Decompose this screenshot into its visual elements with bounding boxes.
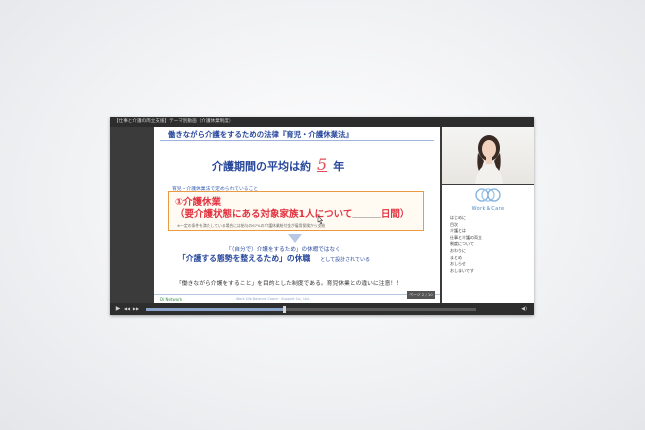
presenter-video <box>442 127 534 184</box>
player-title: 【仕事と介護の両立支援】テーマ別動画（介護休業制度） <box>110 117 534 127</box>
footer-logo: Di Network <box>160 297 183 302</box>
caution-text: 「働きながら介護をすること」を目的とした制度である。育児休業との違いに注意！！ <box>176 281 402 287</box>
chapter-item[interactable]: おわりに <box>450 248 482 255</box>
volume-icon[interactable]: ◀) <box>520 305 528 313</box>
play-button[interactable]: ▶ <box>114 305 122 313</box>
mouse-pointer-icon <box>317 215 324 225</box>
presenter-image <box>475 135 503 184</box>
down-arrow-icon <box>288 234 302 243</box>
care-leave-condition: （要介護状態にある対象家族1人について＿＿＿日間） <box>175 209 410 220</box>
period-value: 5 <box>317 155 328 174</box>
slide-heading: 働きながら介護をするための法律『育児・介護休業法』 <box>168 130 353 139</box>
seek-handle[interactable] <box>283 306 287 313</box>
period-prefix: 介護期間の平均は約 <box>212 160 311 173</box>
next-button[interactable]: ▶▶ <box>132 305 140 313</box>
heading-divider <box>160 140 434 141</box>
work-care-logo-icon <box>475 188 501 202</box>
page-indicator: ページ 2 / 10 <box>407 291 435 299</box>
seek-bar[interactable] <box>146 306 476 313</box>
seek-progress <box>146 308 285 311</box>
prev-button[interactable]: ◀◀ <box>123 305 131 313</box>
blank-answer: ＿＿＿ <box>352 209 381 220</box>
benefit-note: ※一定の条件を満たしている場合には給与の67%の介護休業給付金が雇用保険から支給 <box>177 223 326 228</box>
care-leave-box: ①介護休業 （要介護状態にある対象家族1人について＿＿＿日間） ※一定の条件を満… <box>168 191 424 231</box>
work-care-logo: Work＆Care <box>442 187 534 213</box>
chapter-panel: Work＆Care はじめに 目次 介護とは 仕事と介護の両立 制度について お… <box>442 185 534 303</box>
footer-copyright: Work Life Balance Coach · Support Co., L… <box>236 297 310 301</box>
video-player: 【仕事と介護の両立支援】テーマ別動画（介護休業制度） 働きながら介護をするための… <box>110 117 534 315</box>
chapter-item[interactable]: 制度について <box>450 241 482 248</box>
slide-area: 働きながら介護をするための法律『育児・介護休業法』 介護期間の平均は約 5 年 育児… <box>154 127 440 303</box>
design-line-2: 「介護する態勢を整えるため」の休職 として設計されている <box>178 254 371 263</box>
chapter-item[interactable]: 介護とは <box>450 228 482 235</box>
care-period-statement: 介護期間の平均は約 5 年 <box>212 155 392 174</box>
chapter-item[interactable]: おしまいです <box>450 268 482 275</box>
player-controls: ▶ ◀◀ ▶▶ ◀) <box>110 303 534 315</box>
period-suffix: 年 <box>333 160 345 173</box>
chapter-item[interactable]: おしらせ <box>450 261 482 268</box>
logo-text: Work＆Care <box>471 206 505 212</box>
lecture-slide: 働きながら介護をするための法律『育児・介護休業法』 介護期間の平均は約 5 年 育児… <box>154 127 440 303</box>
design-line-1: 「（自分で）介護をするため」の休暇ではなく <box>226 247 341 253</box>
chapter-list: はじめに 目次 介護とは 仕事と介護の両立 制度について おわりに まとめ おし… <box>450 215 482 274</box>
chapter-item[interactable]: はじめに <box>450 215 482 222</box>
